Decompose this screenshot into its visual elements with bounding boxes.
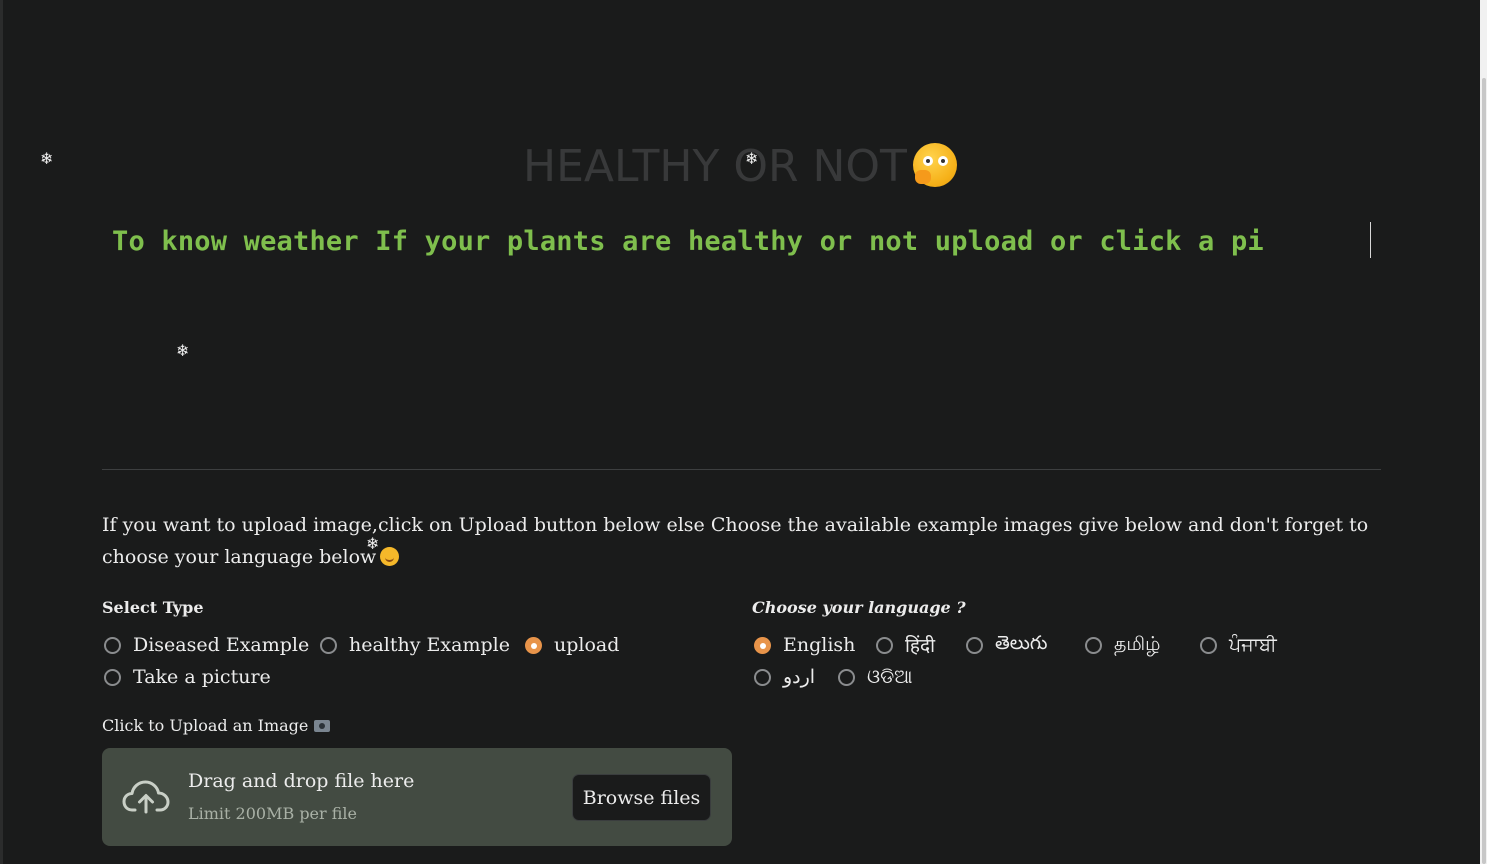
select-type-label: Select Type	[102, 598, 204, 617]
cloud-upload-icon	[122, 780, 170, 814]
radio-lang-telugu[interactable]: తెలుగు	[966, 632, 1047, 658]
radio-label: ਪੰਜਾਬੀ	[1229, 634, 1277, 656]
radio-circle-icon[interactable]	[320, 636, 337, 654]
text-caret	[1370, 222, 1371, 258]
radio-lang-odia[interactable]: ଓଡିଆ	[838, 664, 913, 690]
upload-label: Click to Upload an Image	[102, 716, 331, 735]
radio-lang-hindi[interactable]: हिंदी	[876, 632, 935, 658]
snowflake-icon: ❄	[176, 341, 190, 360]
radio-healthy-example[interactable]: healthy Example	[320, 632, 510, 658]
page-title: HEALTHY OR NOT	[0, 139, 1480, 195]
page-scrollbar-thumb[interactable]	[1482, 78, 1486, 864]
smiling-face-icon	[380, 547, 400, 566]
camera-icon	[314, 720, 331, 732]
radio-label: Diseased Example	[133, 634, 310, 656]
radio-checked-icon[interactable]	[754, 636, 771, 654]
radio-circle-icon[interactable]	[876, 636, 893, 654]
radio-circle-icon[interactable]	[966, 636, 983, 654]
page-title-text: HEALTHY OR NOT	[523, 141, 907, 192]
window-left-edge	[0, 0, 3, 864]
section-divider	[102, 469, 1381, 470]
radio-take-picture[interactable]: Take a picture	[104, 664, 271, 690]
upload-label-text: Click to Upload an Image	[102, 716, 309, 735]
dropzone-title: Drag and drop file here	[188, 770, 415, 792]
radio-upload[interactable]: upload	[525, 632, 619, 658]
file-dropzone[interactable]: Drag and drop file here Limit 200MB per …	[102, 748, 732, 846]
radio-label: upload	[554, 634, 620, 656]
scrolling-subtitle: To know weather If your plants are healt…	[112, 226, 1264, 257]
browse-files-button[interactable]: Browse files	[572, 774, 711, 821]
radio-circle-icon[interactable]	[754, 668, 771, 686]
radio-circle-icon[interactable]	[104, 668, 121, 686]
snowflake-icon: ❄	[745, 149, 759, 168]
thinking-face-icon	[912, 143, 957, 187]
radio-label: اردو	[783, 666, 816, 688]
instructions-body: If you want to upload image,click on Upl…	[102, 514, 1369, 568]
radio-lang-english[interactable]: English	[754, 632, 855, 658]
radio-label: Take a picture	[133, 666, 271, 688]
radio-label: healthy Example	[349, 634, 510, 656]
radio-lang-urdu[interactable]: اردو	[754, 664, 815, 690]
radio-circle-icon[interactable]	[104, 636, 121, 654]
language-label: Choose your language ?	[752, 598, 966, 617]
radio-label: हिंदी	[905, 635, 936, 657]
radio-lang-tamil[interactable]: தமிழ்	[1085, 632, 1160, 658]
radio-label: ଓଡିଆ	[867, 666, 913, 688]
radio-lang-punjabi[interactable]: ਪੰਜਾਬੀ	[1200, 632, 1277, 658]
radio-checked-icon[interactable]	[525, 636, 542, 654]
radio-diseased-example[interactable]: Diseased Example	[104, 632, 309, 658]
radio-circle-icon[interactable]	[1200, 636, 1217, 654]
radio-circle-icon[interactable]	[838, 668, 855, 686]
instructions-text: If you want to upload image,click on Upl…	[102, 509, 1381, 573]
radio-label: తెలుగు	[995, 631, 1048, 654]
radio-circle-icon[interactable]	[1085, 636, 1102, 654]
radio-label: English	[783, 634, 856, 656]
dropzone-limit: Limit 200MB per file	[188, 804, 358, 823]
radio-label: தமிழ்	[1114, 632, 1161, 655]
